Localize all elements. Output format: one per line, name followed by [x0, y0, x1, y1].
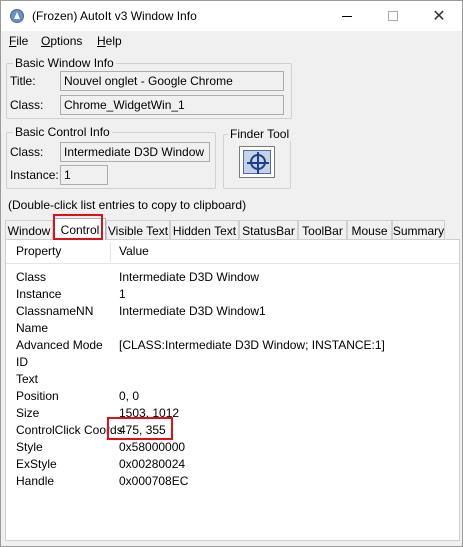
header-separator [110, 242, 111, 262]
table-row[interactable]: Instance 1 [6, 286, 459, 303]
property-cell: Advanced Mode [16, 338, 103, 352]
table-row[interactable]: ID [6, 354, 459, 371]
table-row[interactable]: Handle 0x000708EC [6, 473, 459, 490]
tab-mouse[interactable]: Mouse [347, 220, 392, 240]
tab-statusbar[interactable]: StatusBar [239, 220, 298, 240]
table-row[interactable]: Class Intermediate D3D Window [6, 269, 459, 286]
finder-tool-title: Finder Tool [228, 127, 292, 141]
maximize-button[interactable] [370, 1, 416, 31]
property-cell: ExStyle [16, 457, 57, 471]
minimize-icon [342, 15, 352, 17]
property-cell: Instance [16, 287, 62, 301]
autoit-app-icon [10, 9, 24, 23]
tab-toolbar[interactable]: ToolBar [298, 220, 347, 240]
menu-file[interactable]: File [9, 34, 28, 48]
window-class-field[interactable]: Chrome_WidgetWin_1 [60, 95, 284, 115]
menu-options[interactable]: Options [41, 34, 82, 48]
window-title: (Frozen) AutoIt v3 Window Info [32, 9, 197, 23]
title-bar[interactable]: (Frozen) AutoIt v3 Window Info ✕ [1, 1, 462, 31]
window-class-label: Class: [10, 98, 44, 112]
control-instance-label: Instance: [10, 168, 59, 182]
menu-file-label: ile [16, 34, 29, 48]
menu-options-label: ptions [50, 34, 83, 48]
menu-help-accel: H [97, 34, 106, 48]
property-cell: Style [16, 440, 43, 454]
controlclick-coords-highlight-box [107, 417, 173, 440]
crosshair-icon [243, 150, 271, 174]
autoit-window-info: (Frozen) AutoIt v3 Window Info ✕ File Op… [0, 0, 463, 547]
property-cell: Position [16, 389, 59, 403]
control-tab-highlight-box [53, 214, 103, 240]
property-cell: Handle [16, 474, 55, 488]
tab-visible-text[interactable]: Visible Text [106, 220, 170, 240]
property-cell: Name [16, 321, 49, 335]
property-cell: Size [16, 406, 40, 420]
control-class-field[interactable]: Intermediate D3D Window [60, 142, 210, 162]
menu-help[interactable]: Help [97, 34, 122, 48]
value-cell: 0x58000000 [119, 440, 186, 454]
value-cell: [CLASS:Intermediate D3D Window; INSTANCE… [119, 338, 385, 352]
table-row[interactable]: Size 1503, 1012 [6, 405, 459, 422]
properties-list[interactable]: Property Value Class Intermediate D3D Win… [5, 239, 460, 541]
value-cell: Intermediate D3D Window1 [119, 304, 266, 318]
table-row[interactable]: Position 0, 0 [6, 388, 459, 405]
tab-window[interactable]: Window [5, 220, 53, 240]
table-row[interactable]: ClassnameNN Intermediate D3D Window1 [6, 303, 459, 320]
window-title-field[interactable]: Nouvel onglet - Google Chrome [60, 71, 284, 91]
close-button[interactable]: ✕ [416, 1, 462, 31]
menu-options-accel: O [41, 34, 51, 48]
property-cell: ClassnameNN [16, 304, 94, 318]
list-header: Property Value [6, 240, 459, 264]
control-class-label: Class: [10, 145, 44, 159]
property-cell: Class [16, 270, 47, 284]
table-row[interactable]: ExStyle 0x00280024 [6, 456, 459, 473]
value-cell: Intermediate D3D Window [119, 270, 260, 284]
basic-control-info-title: Basic Control Info [13, 125, 112, 139]
window-title-label: Title: [10, 74, 36, 88]
property-cell: ID [16, 355, 28, 369]
value-cell: 0x00280024 [119, 457, 186, 471]
tab-summary[interactable]: Summary [392, 220, 445, 240]
value-cell: 1 [119, 287, 126, 301]
clipboard-hint: (Double-click list entries to copy to cl… [8, 198, 247, 212]
header-property[interactable]: Property [16, 244, 61, 258]
minimize-button[interactable] [324, 1, 370, 31]
value-cell: 0, 0 [119, 389, 140, 403]
value-cell: 0x000708EC [119, 474, 189, 488]
table-row[interactable]: Advanced Mode [CLASS:Intermediate D3D Win… [6, 337, 459, 354]
finder-tool-button[interactable] [239, 146, 275, 178]
table-row[interactable]: Style 0x58000000 [6, 439, 459, 456]
header-value[interactable]: Value [119, 244, 149, 258]
maximize-icon [388, 11, 398, 21]
table-row[interactable]: ControlClick Coords 475, 355 [6, 422, 459, 439]
menu-bar: File Options Help [1, 31, 462, 51]
property-cell: Text [16, 372, 39, 386]
table-row[interactable]: Name [6, 320, 459, 337]
crosshair-vertical [257, 152, 259, 174]
control-instance-field[interactable]: 1 [60, 165, 108, 185]
close-icon: ✕ [432, 8, 446, 25]
tab-hidden-text[interactable]: Hidden Text [170, 220, 239, 240]
table-row[interactable]: Text [6, 371, 459, 388]
menu-help-label: elp [105, 34, 122, 48]
basic-window-info-title: Basic Window Info [13, 56, 116, 70]
